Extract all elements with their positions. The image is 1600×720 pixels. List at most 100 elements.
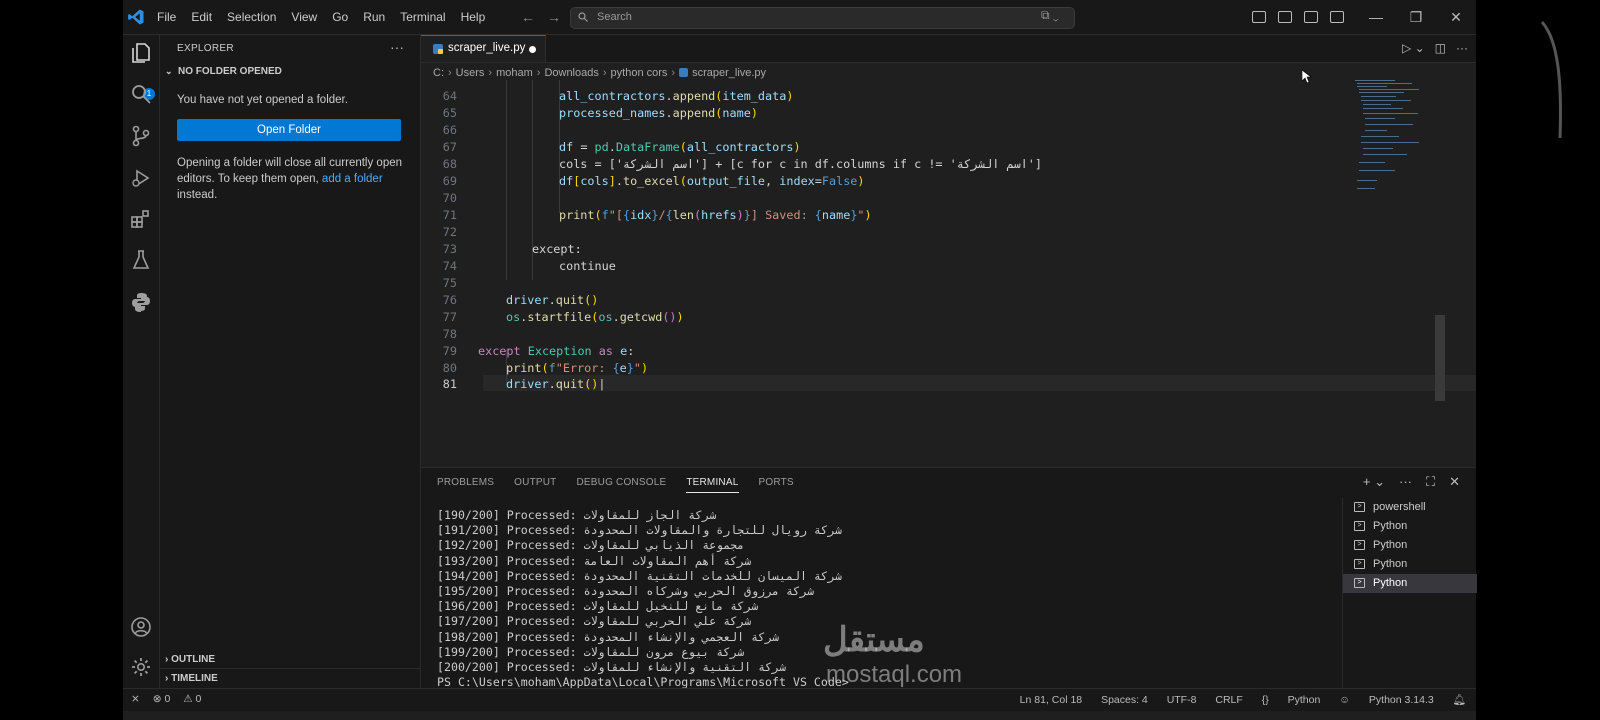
python-interpreter[interactable]: Python 3.14.3 — [1369, 694, 1434, 706]
vscode-window: File Edit Selection View Go Run Terminal… — [123, 0, 1477, 720]
more-actions-icon[interactable]: ··· — [1456, 41, 1468, 55]
add-folder-link[interactable]: add a folder — [322, 173, 383, 185]
breadcrumb-item[interactable]: C: — [433, 67, 444, 79]
terminal-item-python-active[interactable]: > Python — [1343, 574, 1477, 593]
more-actions-icon[interactable]: ··· — [1399, 474, 1412, 489]
menu-view[interactable]: View — [291, 10, 317, 24]
tab-problems[interactable]: PROBLEMS — [437, 477, 494, 493]
line-number: 76 — [442, 293, 457, 307]
terminal-item-label: Python — [1373, 539, 1408, 551]
tab-output[interactable]: OUTPUT — [514, 477, 556, 493]
panel-controls: + ⌄ ··· ⛶ ✕ — [1349, 474, 1460, 490]
activity-bar: 1 — [123, 35, 160, 701]
tab-debug-console[interactable]: DEBUG CONSOLE — [576, 477, 666, 493]
terminal-item-powershell[interactable]: > powershell — [1343, 498, 1477, 517]
chevron-right-icon: › — [671, 67, 676, 79]
search-icon[interactable] — [129, 82, 153, 106]
timeline-section[interactable]: › TIMELINE — [165, 673, 218, 684]
menu-help[interactable]: Help — [461, 10, 486, 24]
menu-terminal[interactable]: Terminal — [400, 10, 445, 24]
terminal-line: [194/200] Processed: شركة الميسان للخدما… — [437, 568, 842, 583]
panel-tabs: PROBLEMS OUTPUT DEBUG CONSOLE TERMINAL P… — [437, 477, 814, 493]
testing-flask-icon[interactable] — [129, 248, 153, 272]
terminal-item-python[interactable]: > Python — [1343, 536, 1477, 555]
command-center-search[interactable]: Search — [570, 7, 1075, 29]
run-python-icon[interactable]: ▷ ⌄ — [1402, 41, 1425, 55]
remote-icon[interactable]: ⨯ — [131, 693, 140, 705]
code-text: df[cols].to_excel(output_file, index=Fal… — [559, 174, 865, 188]
more-actions-icon[interactable]: ··· — [390, 39, 404, 55]
outline-label: OUTLINE — [171, 654, 216, 665]
source-control-icon[interactable] — [129, 124, 153, 148]
problems-indicator[interactable]: ⊗ 0 ⚠ 0 — [153, 693, 212, 705]
language-mode[interactable]: {} Python — [1262, 694, 1321, 706]
python-file-icon — [679, 68, 689, 77]
editor-scrollbar[interactable] — [1435, 315, 1445, 401]
new-terminal-icon[interactable]: + ⌄ — [1363, 474, 1385, 489]
breadcrumb-item[interactable]: Users — [456, 67, 485, 79]
minimap[interactable] — [1355, 80, 1435, 200]
notifications-bell-icon[interactable]: 🔔︎ — [1453, 694, 1466, 706]
maximize-panel-icon[interactable]: ⛶ — [1426, 474, 1435, 489]
copilot-icon[interactable]: ⧉ ⌄ — [1041, 8, 1059, 23]
terminal-item-python[interactable]: > Python — [1343, 517, 1477, 536]
settings-gear-icon[interactable] — [129, 655, 153, 679]
tab-terminal[interactable]: TERMINAL — [686, 477, 739, 493]
breadcrumb-item[interactable]: Downloads — [544, 67, 598, 79]
back-arrow-icon[interactable]: ← — [521, 9, 535, 25]
python-icon[interactable] — [129, 290, 153, 314]
no-folder-section[interactable]: ⌄ NO FOLDER OPENED — [165, 66, 282, 77]
tab-scraper-live[interactable]: scraper_live.py — [421, 35, 546, 62]
breadcrumb-item[interactable]: python cors — [611, 67, 668, 79]
tab-filename: scraper_live.py — [448, 42, 526, 54]
line-number: 79 — [442, 344, 457, 358]
unsaved-dot-icon[interactable] — [529, 46, 536, 53]
close-icon[interactable]: ✕ — [1436, 9, 1476, 26]
menu-edit[interactable]: Edit — [191, 10, 212, 24]
restore-icon[interactable]: ❐ — [1396, 9, 1436, 26]
toggle-sidebar-icon[interactable] — [1278, 11, 1292, 23]
split-editor-icon[interactable]: ◫ — [1435, 41, 1446, 55]
indentation[interactable]: Spaces: 4 — [1101, 694, 1148, 706]
note-part2: instead. — [177, 189, 218, 201]
minimize-icon[interactable]: — — [1356, 9, 1396, 25]
extensions-icon[interactable] — [129, 207, 153, 231]
cursor-position[interactable]: Ln 81, Col 18 — [1020, 694, 1082, 706]
explorer-title: EXPLORER — [177, 43, 234, 54]
code-line: 69 df[cols].to_excel(output_file, index=F… — [421, 173, 1471, 190]
vscode-logo-icon — [128, 9, 144, 25]
menu-file[interactable]: File — [157, 10, 176, 24]
copilot-status-icon[interactable]: ☺ — [1339, 694, 1350, 706]
account-icon[interactable] — [129, 615, 153, 639]
breadcrumb-item[interactable]: scraper_live.py — [692, 67, 766, 79]
line-number: 66 — [442, 123, 457, 137]
run-debug-icon[interactable] — [129, 166, 153, 190]
line-number: 75 — [442, 276, 457, 290]
toggle-secondary-sidebar-icon[interactable] — [1330, 11, 1344, 23]
forward-arrow-icon[interactable]: → — [547, 9, 561, 25]
no-folder-label: NO FOLDER OPENED — [178, 66, 282, 77]
terminal-item-label: Python — [1373, 577, 1408, 589]
screen-edge-reflection — [1540, 21, 1562, 139]
line-number: 77 — [442, 310, 457, 324]
line-ending[interactable]: CRLF — [1215, 694, 1242, 706]
explorer-files-icon[interactable] — [129, 41, 153, 65]
encoding[interactable]: UTF-8 — [1167, 694, 1197, 706]
terminal-item-python[interactable]: > Python — [1343, 555, 1477, 574]
toggle-panel-icon[interactable] — [1304, 11, 1318, 23]
tab-ports[interactable]: PORTS — [759, 477, 794, 493]
customize-layout-icon[interactable] — [1252, 11, 1266, 23]
menu-selection[interactable]: Selection — [227, 10, 276, 24]
open-folder-button[interactable]: Open Folder — [177, 119, 401, 141]
menu-go[interactable]: Go — [332, 10, 348, 24]
divider — [160, 668, 420, 669]
code-editor[interactable]: 64 all_contractors.append(item_data) 65 pr… — [421, 80, 1361, 391]
line-number: 64 — [442, 89, 457, 103]
editor-actions: ▷ ⌄ ◫ ··· — [1392, 41, 1468, 55]
outline-section[interactable]: › OUTLINE — [165, 654, 215, 665]
menu-bar: File Edit Selection View Go Run Terminal… — [157, 0, 500, 34]
breadcrumb-item[interactable]: moham — [496, 67, 533, 79]
explorer-sidebar: EXPLORER ··· ⌄ NO FOLDER OPENED You have … — [160, 35, 421, 701]
menu-run[interactable]: Run — [363, 10, 385, 24]
close-panel-icon[interactable]: ✕ — [1449, 474, 1460, 489]
